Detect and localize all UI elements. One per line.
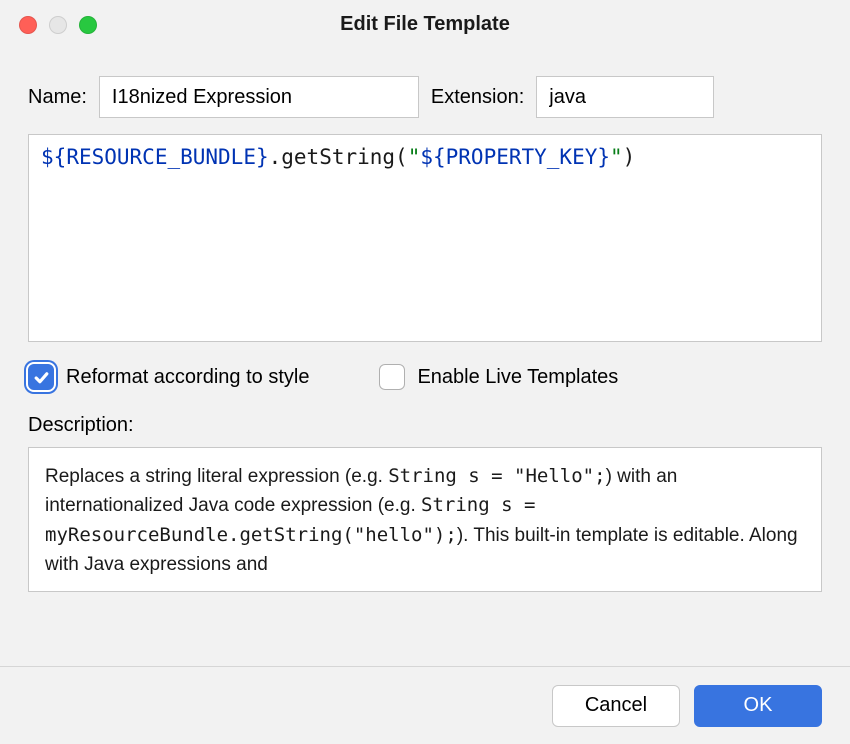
ok-button[interactable]: OK bbox=[694, 685, 822, 727]
cancel-button[interactable]: Cancel bbox=[552, 685, 680, 727]
name-input[interactable] bbox=[99, 76, 419, 118]
description-text: Replaces a string literal expression (e.… bbox=[28, 447, 822, 592]
minimize-window-button[interactable] bbox=[49, 16, 67, 34]
reformat-checkbox[interactable] bbox=[28, 364, 54, 390]
template-editor[interactable]: ${RESOURCE_BUNDLE}.getString("${PROPERTY… bbox=[28, 134, 822, 342]
reformat-label: Reformat according to style bbox=[66, 366, 309, 389]
reformat-checkbox-group[interactable]: Reformat according to style bbox=[28, 364, 309, 390]
extension-label: Extension: bbox=[431, 86, 524, 109]
zoom-window-button[interactable] bbox=[79, 16, 97, 34]
window-controls bbox=[19, 16, 97, 34]
close-window-button[interactable] bbox=[19, 16, 37, 34]
live-templates-checkbox-group[interactable]: Enable Live Templates bbox=[379, 364, 618, 390]
titlebar: Edit File Template bbox=[0, 0, 850, 48]
description-label: Description: bbox=[28, 414, 822, 437]
live-templates-checkbox[interactable] bbox=[379, 364, 405, 390]
extension-input[interactable] bbox=[536, 76, 714, 118]
name-extension-row: Name: Extension: bbox=[28, 76, 822, 118]
live-templates-label: Enable Live Templates bbox=[417, 366, 618, 389]
window-title: Edit File Template bbox=[0, 13, 850, 36]
checkmark-icon bbox=[33, 369, 50, 386]
dialog-content: Name: Extension: ${RESOURCE_BUNDLE}.getS… bbox=[0, 48, 850, 616]
dialog-footer: Cancel OK bbox=[0, 666, 850, 744]
options-row: Reformat according to style Enable Live … bbox=[28, 364, 822, 390]
name-label: Name: bbox=[28, 86, 87, 109]
